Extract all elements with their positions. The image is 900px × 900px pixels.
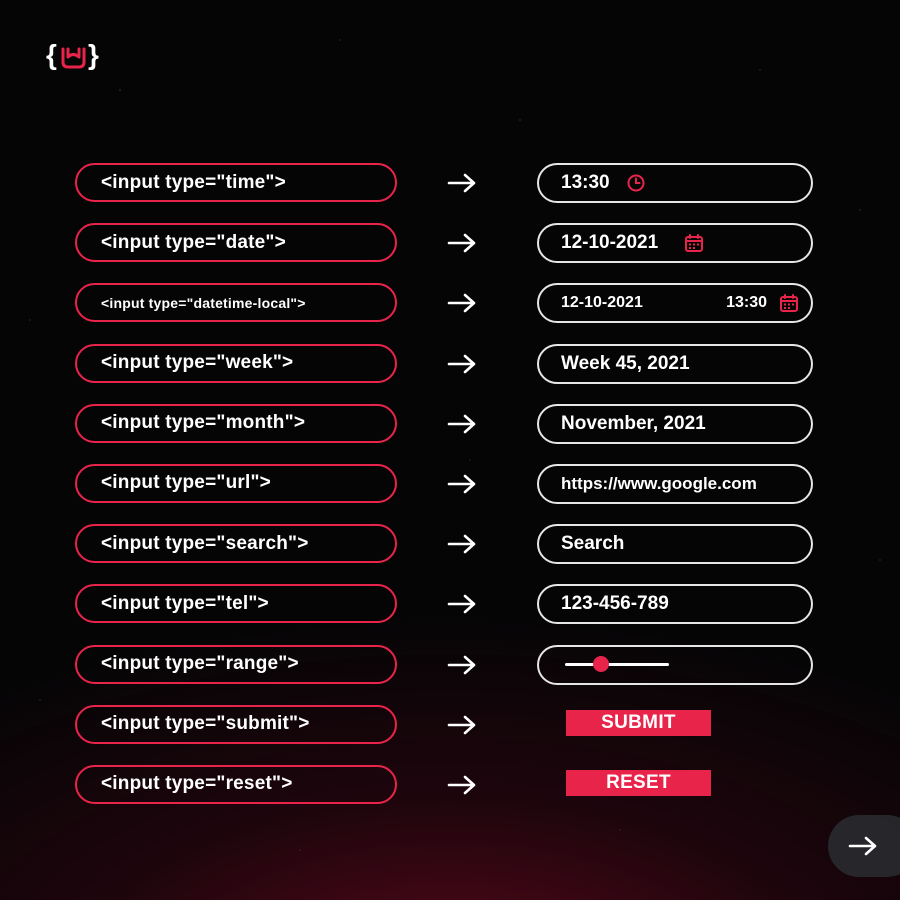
- arrow-right-icon: [447, 294, 476, 313]
- row-submit: <input type="submit"> SUBMIT: [75, 704, 815, 765]
- input-types-list: <input type="time"> 13:30 <input type="d…: [75, 163, 815, 825]
- row-datetime-local: <input type="datetime-local"> 12-10-2021…: [75, 283, 815, 343]
- month-input[interactable]: November, 2021: [537, 403, 813, 444]
- arrow-right-icon: [447, 173, 476, 193]
- tel-value: 123-456-789: [561, 593, 669, 615]
- row-week: <input type="week"> Week 45, 2021: [75, 343, 815, 404]
- calendar-icon[interactable]: [779, 293, 799, 313]
- row-reset: <input type="reset"> RESET: [75, 764, 815, 825]
- code-label-datetime-local: <input type="datetime-local">: [75, 283, 397, 323]
- row-tel: <input type="tel"> 123-456-789: [75, 584, 815, 644]
- date-value: 12-10-2021: [561, 232, 659, 254]
- arrow-right-icon: [447, 414, 476, 434]
- code-label-date: <input type="date">: [75, 223, 397, 263]
- time-input[interactable]: 13:30: [537, 163, 813, 203]
- code-label-week: <input type="week">: [75, 343, 397, 383]
- month-value: November, 2021: [561, 412, 706, 434]
- url-input[interactable]: https://www.google.com: [537, 463, 813, 504]
- arrow-right-icon: [447, 474, 476, 494]
- next-slide-button[interactable]: [828, 815, 900, 877]
- code-label-url: <input type="url">: [75, 463, 397, 503]
- search-placeholder: Search: [561, 533, 625, 555]
- code-label-month: <input type="month">: [75, 403, 397, 443]
- code-label-range: <input type="range">: [75, 644, 397, 684]
- row-url: <input type="url"> https://www.google.co…: [75, 463, 815, 524]
- datetime-time-value: 13:30: [726, 294, 767, 312]
- rock-hand-braces-logo-icon: { }: [46, 39, 99, 70]
- row-time: <input type="time"> 13:30: [75, 163, 815, 223]
- url-value: https://www.google.com: [561, 473, 757, 493]
- svg-text:}: }: [88, 39, 99, 70]
- tel-input[interactable]: 123-456-789: [537, 584, 813, 625]
- range-input[interactable]: [537, 644, 813, 685]
- code-label-search: <input type="search">: [75, 524, 397, 564]
- datetime-date-value: 12-10-2021: [561, 294, 643, 312]
- arrow-right-icon: [447, 595, 476, 614]
- code-label-time: <input type="time">: [75, 163, 397, 202]
- arrow-right-icon: [447, 775, 476, 795]
- svg-text:{: {: [46, 39, 57, 70]
- row-date: <input type="date"> 12-10-2021: [75, 223, 815, 283]
- time-value: 13:30: [561, 172, 610, 193]
- range-track[interactable]: [565, 656, 669, 672]
- row-range: <input type="range">: [75, 644, 815, 705]
- date-input[interactable]: 12-10-2021: [537, 223, 813, 264]
- arrow-right-icon: [447, 354, 476, 373]
- row-search: <input type="search"> Search: [75, 524, 815, 584]
- arrow-right-icon: [447, 233, 476, 253]
- arrow-right-icon: [447, 715, 476, 734]
- range-thumb[interactable]: [593, 656, 610, 672]
- search-input[interactable]: Search: [537, 524, 813, 565]
- week-value: Week 45, 2021: [561, 352, 690, 374]
- arrow-right-icon: [447, 534, 476, 554]
- arrow-right-icon: [848, 836, 877, 856]
- code-label-tel: <input type="tel">: [75, 584, 397, 624]
- arrow-right-icon: [447, 655, 476, 674]
- reset-button[interactable]: RESET: [566, 769, 711, 796]
- code-label-submit: <input type="submit">: [75, 704, 397, 744]
- code-label-reset: <input type="reset">: [75, 764, 397, 804]
- calendar-icon[interactable]: [684, 233, 704, 253]
- week-input[interactable]: Week 45, 2021: [537, 343, 813, 384]
- clock-icon[interactable]: [626, 173, 646, 193]
- row-month: <input type="month"> November, 2021: [75, 403, 815, 464]
- datetime-local-input[interactable]: 12-10-2021 13:30: [537, 283, 813, 324]
- submit-button[interactable]: SUBMIT: [566, 709, 711, 736]
